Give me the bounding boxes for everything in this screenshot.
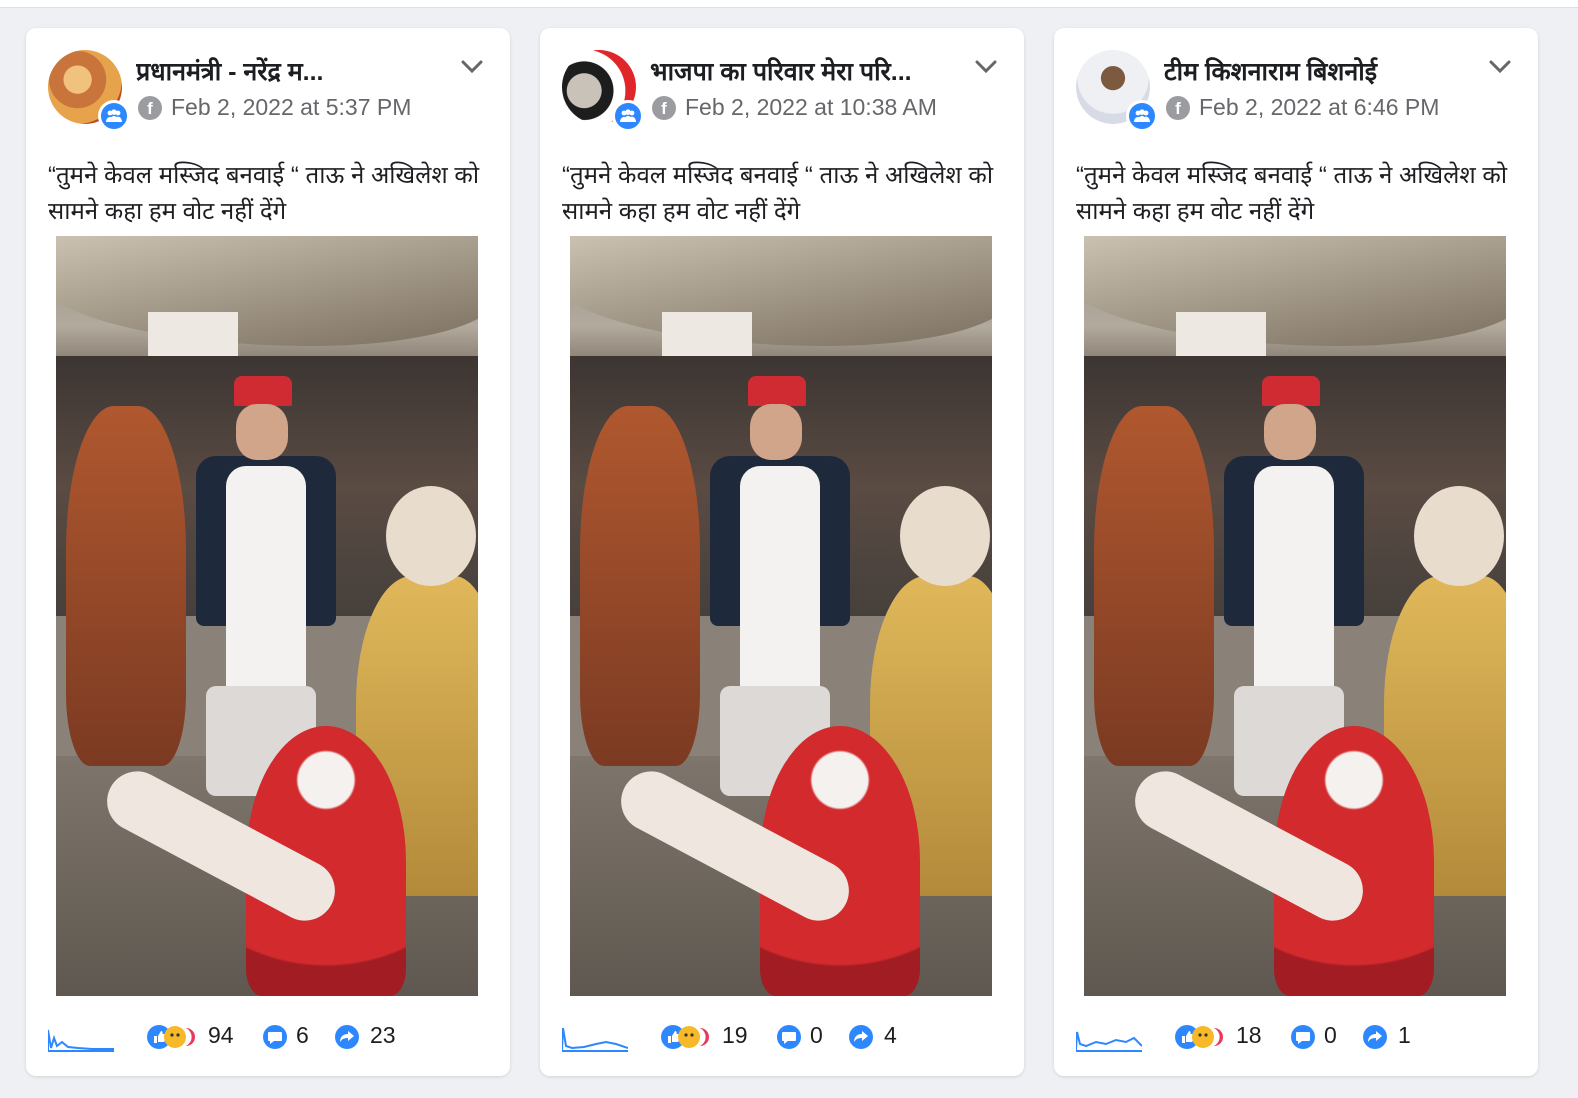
post-card: प्रधानमंत्री - नरेंद्र म... f Feb 2, 202… — [26, 28, 510, 1076]
engagement-bar: 18 0 1 — [1076, 1014, 1516, 1062]
comment-icon[interactable] — [1290, 1024, 1316, 1050]
reactions-count: 94 — [208, 1022, 234, 1048]
comments-count: 6 — [296, 1022, 309, 1048]
post-text: “तुमने केवल मस्जिद बनवाई “ ताऊ ने अखिलेश… — [1076, 162, 1508, 225]
engagement-bar: 94 6 23 — [48, 1014, 488, 1062]
reactions-icon[interactable] — [660, 1024, 716, 1050]
page-name[interactable]: भाजपा का परिवार मेरा परि... — [650, 54, 950, 88]
video-frame — [570, 236, 992, 996]
comments-count: 0 — [1324, 1022, 1337, 1048]
group-icon — [612, 100, 644, 132]
post-text: “तुमने केवल मस्जिद बनवाई “ ताऊ ने अखिलेश… — [48, 162, 480, 225]
sparkline-icon — [48, 1029, 114, 1052]
video-frame — [56, 236, 478, 996]
reactions-icon[interactable] — [1174, 1024, 1230, 1050]
share-icon[interactable] — [848, 1024, 874, 1050]
page-name[interactable]: टीम किशनाराम बिशनोई — [1164, 54, 1464, 88]
chevron-down-icon[interactable] — [1488, 56, 1512, 80]
post-timestamp[interactable]: Feb 2, 2022 at 5:37 PM — [171, 94, 411, 121]
post-card: टीम किशनाराम बिशनोई f Feb 2, 2022 at 6:4… — [1054, 28, 1538, 1076]
reactions-count: 18 — [1236, 1022, 1262, 1048]
sparkline-icon — [562, 1027, 628, 1052]
post-video[interactable] — [56, 236, 478, 996]
post-timestamp[interactable]: Feb 2, 2022 at 6:46 PM — [1199, 94, 1439, 121]
sparkline-icon — [1076, 1031, 1142, 1052]
post-text: “तुमने केवल मस्जिद बनवाई “ ताऊ ने अखिलेश… — [562, 162, 994, 225]
comment-icon[interactable] — [776, 1024, 802, 1050]
post-video[interactable] — [1084, 236, 1506, 996]
shares-count: 4 — [884, 1022, 897, 1048]
shares-count: 1 — [1398, 1022, 1411, 1048]
video-frame — [1084, 236, 1506, 996]
comments-count: 0 — [810, 1022, 823, 1048]
facebook-icon: f — [138, 96, 162, 120]
reactions-count: 19 — [722, 1022, 748, 1048]
chevron-down-icon[interactable] — [460, 56, 484, 80]
post-timestamp[interactable]: Feb 2, 2022 at 10:38 AM — [685, 94, 937, 121]
chevron-down-icon[interactable] — [974, 56, 998, 80]
facebook-icon: f — [1166, 96, 1190, 120]
top-toolbar-strip — [0, 0, 1578, 8]
group-icon — [98, 100, 130, 132]
shares-count: 23 — [370, 1022, 396, 1048]
engagement-bar: 19 0 4 — [562, 1014, 1002, 1062]
group-icon — [1126, 100, 1158, 132]
comment-icon[interactable] — [262, 1024, 288, 1050]
facebook-icon: f — [652, 96, 676, 120]
share-icon[interactable] — [1362, 1024, 1388, 1050]
share-icon[interactable] — [334, 1024, 360, 1050]
post-card: भाजपा का परिवार मेरा परि... f Feb 2, 202… — [540, 28, 1024, 1076]
reactions-icon[interactable] — [146, 1024, 202, 1050]
page-name[interactable]: प्रधानमंत्री - नरेंद्र म... — [136, 54, 436, 88]
post-video[interactable] — [570, 236, 992, 996]
